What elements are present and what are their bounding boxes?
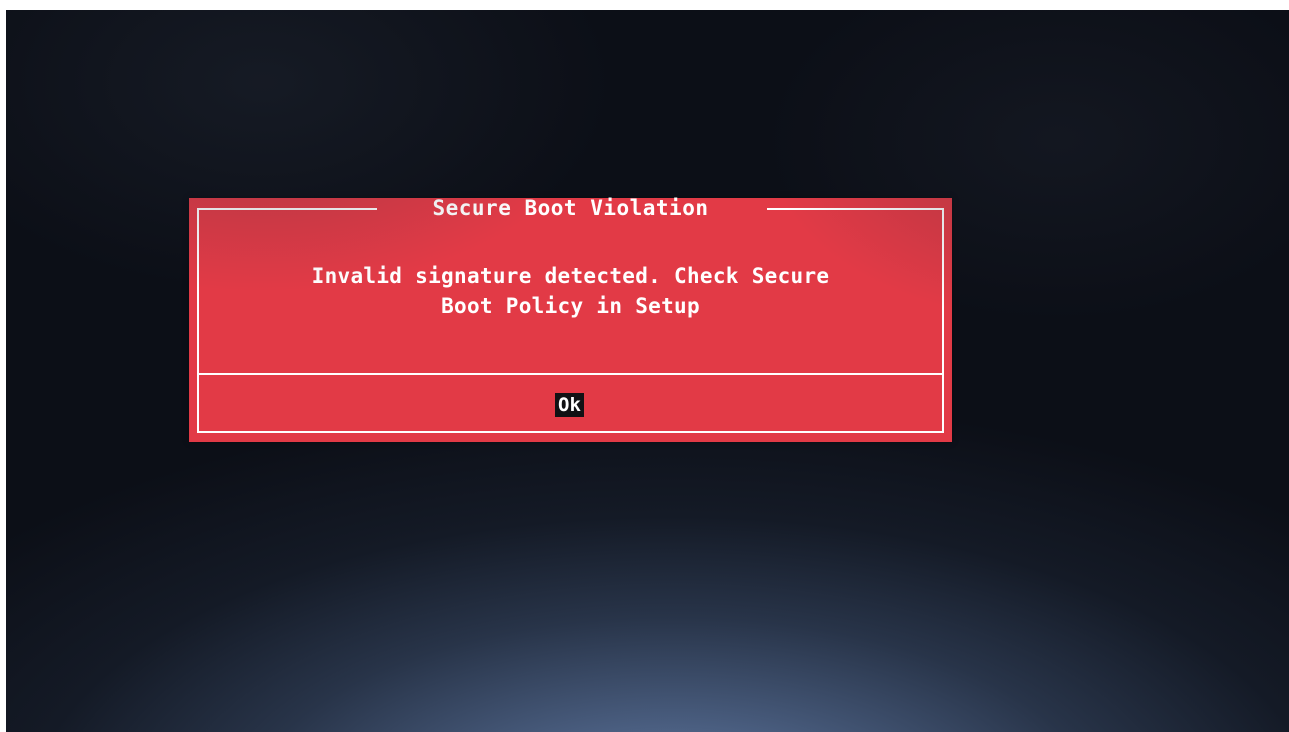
dialog-message-line-1: Invalid signature detected. Check Secure	[311, 264, 830, 288]
ok-button[interactable]: Ok	[555, 393, 584, 417]
dialog-message-line-2: Boot Policy in Setup	[441, 294, 700, 318]
dialog-title: Secure Boot Violation	[432, 196, 709, 220]
dialog-message: Invalid signature detected. Check Secure…	[199, 261, 942, 321]
monitor-screen: Secure Boot Violation Invalid signature …	[6, 10, 1289, 732]
dialog-frame: Secure Boot Violation Invalid signature …	[197, 196, 944, 433]
secure-boot-violation-dialog: Secure Boot Violation Invalid signature …	[189, 196, 952, 442]
dialog-divider	[199, 373, 942, 375]
